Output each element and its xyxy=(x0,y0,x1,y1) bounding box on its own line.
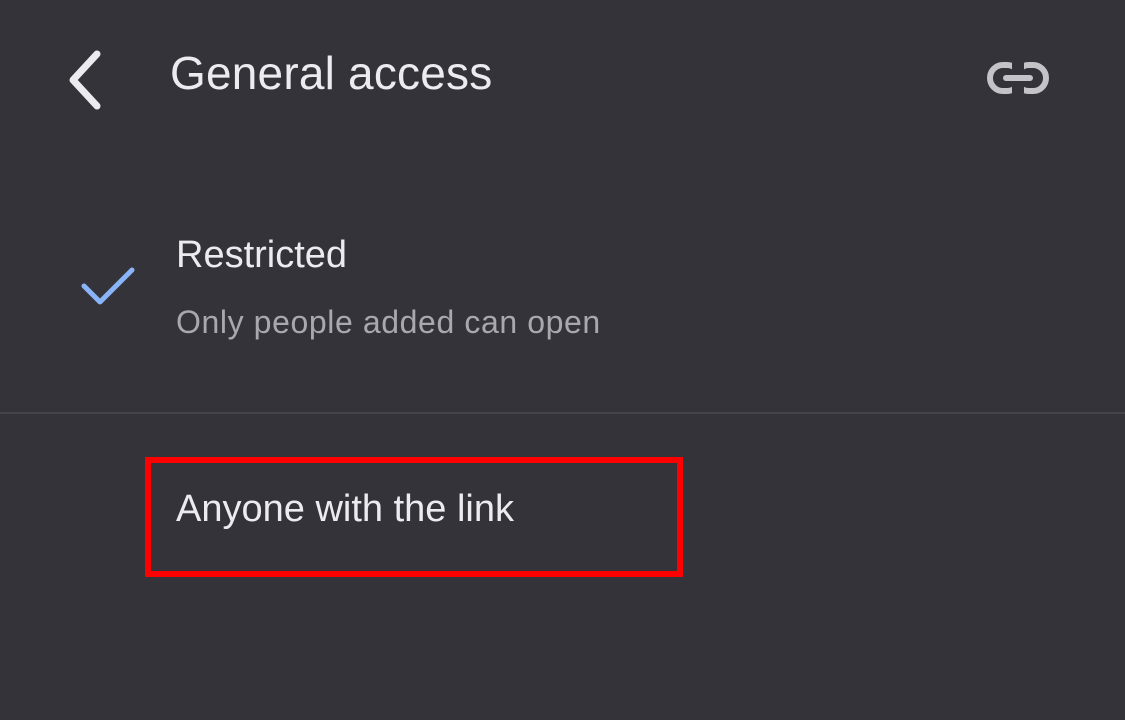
general-access-screen: General access Restricted Only people ad… xyxy=(0,0,1125,720)
header-bar: General access xyxy=(0,0,1125,150)
option-restricted-description: Only people added can open xyxy=(176,304,601,340)
back-button[interactable] xyxy=(50,40,120,120)
option-restricted-label: Restricted xyxy=(176,234,348,276)
check-icon xyxy=(81,267,135,305)
page-title: General access xyxy=(170,47,493,99)
highlight-box xyxy=(145,457,683,577)
option-restricted[interactable]: Restricted Only people added can open xyxy=(0,190,1125,412)
copy-link-button[interactable] xyxy=(975,50,1060,106)
link-icon xyxy=(986,62,1049,94)
chevron-left-icon xyxy=(69,50,101,110)
